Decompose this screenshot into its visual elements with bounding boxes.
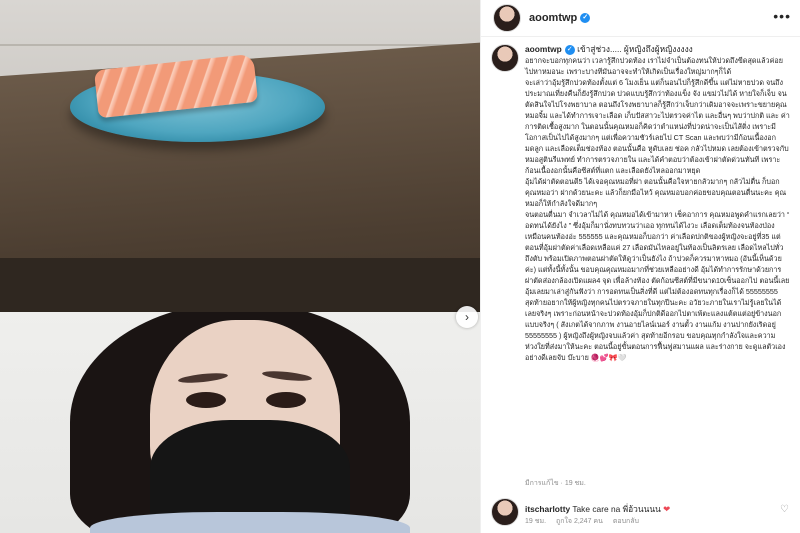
next-arrow-icon[interactable]: › [456,306,478,328]
verified-icon: ✓ [564,44,575,55]
heart-emoji: ❤ [663,504,671,514]
wall-line [0,44,480,46]
comment-meta: 19 ชม. ถูกใจ 2,247 คน ตอบกลับ [525,516,647,527]
comment-body: Take care na พี่อ้วนนนน [572,504,661,514]
left-eye [186,392,226,408]
caption-paragraph: อุ้มได้ผ่าตัดตอนตี5 ได้เจอคุณหมอที่ผ่า ต… [525,177,787,208]
food-photo [0,0,480,312]
commenter-avatar[interactable] [491,498,519,526]
comment-likes[interactable]: ถูกใจ 2,247 คน [556,518,603,525]
post-panel: aoomtwp ✓ ••• aoomtwp ✓ เข้าสู่ช่วง..... ผ… [480,0,800,533]
reply-link[interactable]: ตอบกลับ [613,518,639,525]
comment-text: itscharlotty Take care na พี่อ้วนนนน ❤ [525,502,670,516]
header-username[interactable]: aoomtwp ✓ [529,12,591,24]
commenter-username[interactable]: itscharlotty [525,504,570,514]
more-options-icon[interactable]: ••• [773,8,791,24]
post-timestamp: มีการแก้ไข · 19 ชม. [525,480,586,487]
comment-item: itscharlotty Take care na พี่อ้วนนนน ❤ 1… [491,496,791,530]
caption-paragraph: สุดท้ายอยากให้ผู้หญิงทุกคนไปตรวจภายในทุก… [525,298,786,362]
caption-body: aoomtwp ✓ เข้าสู่ช่วง..... ผู้หญิงถึงผู้ห… [525,44,791,363]
table-edge [0,258,480,312]
avatar[interactable] [493,4,521,32]
post-header: aoomtwp ✓ ••• [481,0,800,37]
caption-paragraph: จนตอนตื่นมา จำเวลาไม่ได้ คุณหมอได้เข้ามา… [525,210,790,296]
shirt [90,512,410,533]
next-arrow-glyph: › [465,310,469,324]
caption-avatar[interactable] [491,44,519,72]
caption-first-line: aoomtwp ✓ เข้าสู่ช่วง..... ผู้หญิงถึงผู้ห… [525,44,791,55]
comment-time: 19 ชม. [525,518,547,525]
caption-paragraph: อยากจะบอกทุกคนว่า เวลารู้สึกปวดท้อง เราไ… [525,56,783,76]
header-username-text: aoomtwp [529,12,578,24]
caption: aoomtwp ✓ เข้าสู่ช่วง..... ผู้หญิงถึงผู้ห… [491,44,791,363]
like-heart-icon[interactable]: ♡ [780,504,789,515]
post-media[interactable]: › [0,0,480,533]
caption-username[interactable]: aoomtwp [525,44,562,54]
selfie-photo [0,312,480,533]
verified-icon: ✓ [580,13,591,24]
caption-paragraph: จะเล่าว่าอุ้มรู้สึกปวดท้องตั้งแต่ 6 โมงเ… [525,78,790,175]
right-eye [266,392,306,408]
caption-first-text: เข้าสู่ช่วง..... ผู้หญิงถึงผู้หญิงงงงง [577,44,693,54]
